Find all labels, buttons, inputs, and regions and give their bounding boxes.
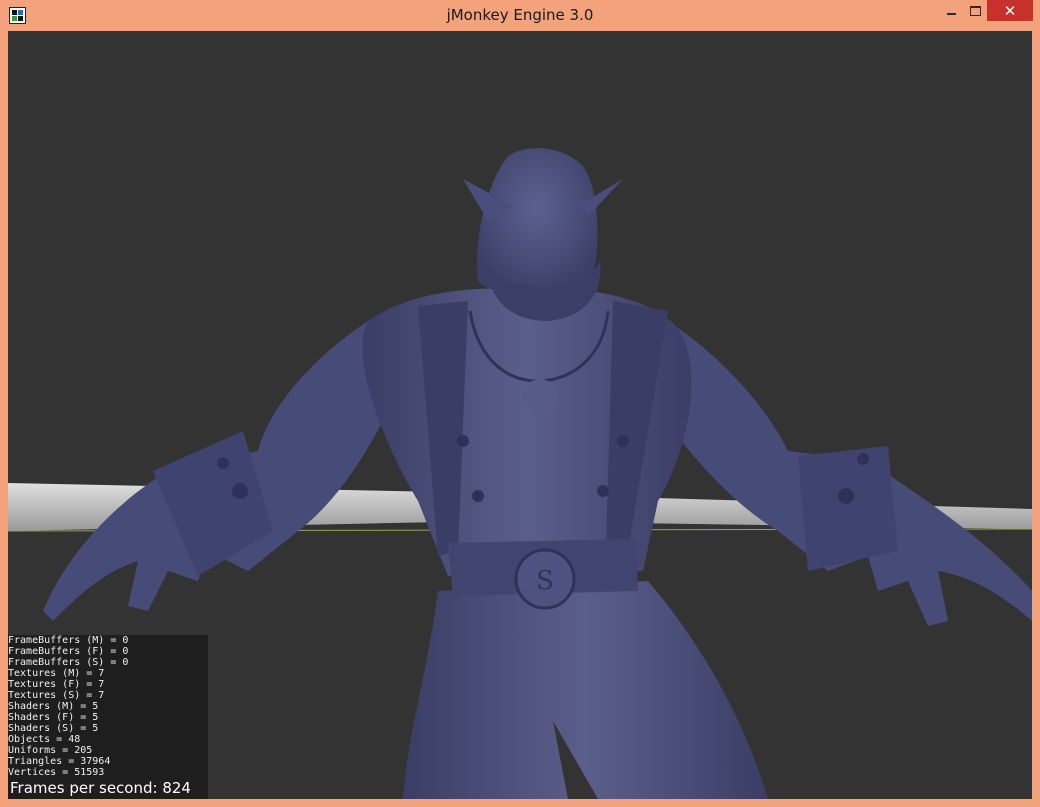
title-bar[interactable]: jMonkey Engine 3.0 ✕ <box>0 0 1040 31</box>
model-legs <box>403 581 768 799</box>
svg-text:S: S <box>536 566 554 596</box>
stat-line: Shaders (S) = 5 <box>8 723 99 734</box>
stat-line: Vertices = 51593 <box>8 767 105 778</box>
maximize-button[interactable] <box>963 0 987 21</box>
maximize-icon <box>969 5 981 16</box>
stat-line: FrameBuffers (S) = 0 <box>8 657 129 668</box>
stats-list: FrameBuffers (M) = 0 FrameBuffers (F) = 0… <box>8 635 128 778</box>
close-button[interactable]: ✕ <box>987 0 1033 21</box>
model-right-bracer <box>798 446 898 571</box>
app-window: jMonkey Engine 3.0 ✕ S FrameBuffers (M) … <box>0 0 1040 807</box>
window-title: jMonkey Engine 3.0 <box>446 6 594 24</box>
stat-line: Shaders (F) = 5 <box>8 712 99 723</box>
stat-line: Uniforms = 205 <box>8 745 93 756</box>
stat-line: FrameBuffers (M) = 0 <box>8 635 129 646</box>
skull-pendant <box>523 379 557 413</box>
fps-counter: Frames per second: 824 <box>10 779 191 797</box>
stat-line: Objects = 48 <box>8 734 81 745</box>
stat-line: Textures (S) = 7 <box>8 690 105 701</box>
render-viewport[interactable]: S FrameBuffers (M) = 0 FrameBuffers (F) =… <box>8 31 1032 799</box>
stat-line: Triangles = 37964 <box>8 756 111 767</box>
minimize-icon <box>946 12 956 15</box>
minimize-button[interactable] <box>937 0 965 21</box>
stat-line: Textures (M) = 7 <box>8 668 105 679</box>
stat-line: FrameBuffers (F) = 0 <box>8 646 129 657</box>
stat-line: Textures (F) = 7 <box>8 679 105 690</box>
stat-line: Shaders (M) = 5 <box>8 701 99 712</box>
close-icon: ✕ <box>1003 1 1017 20</box>
